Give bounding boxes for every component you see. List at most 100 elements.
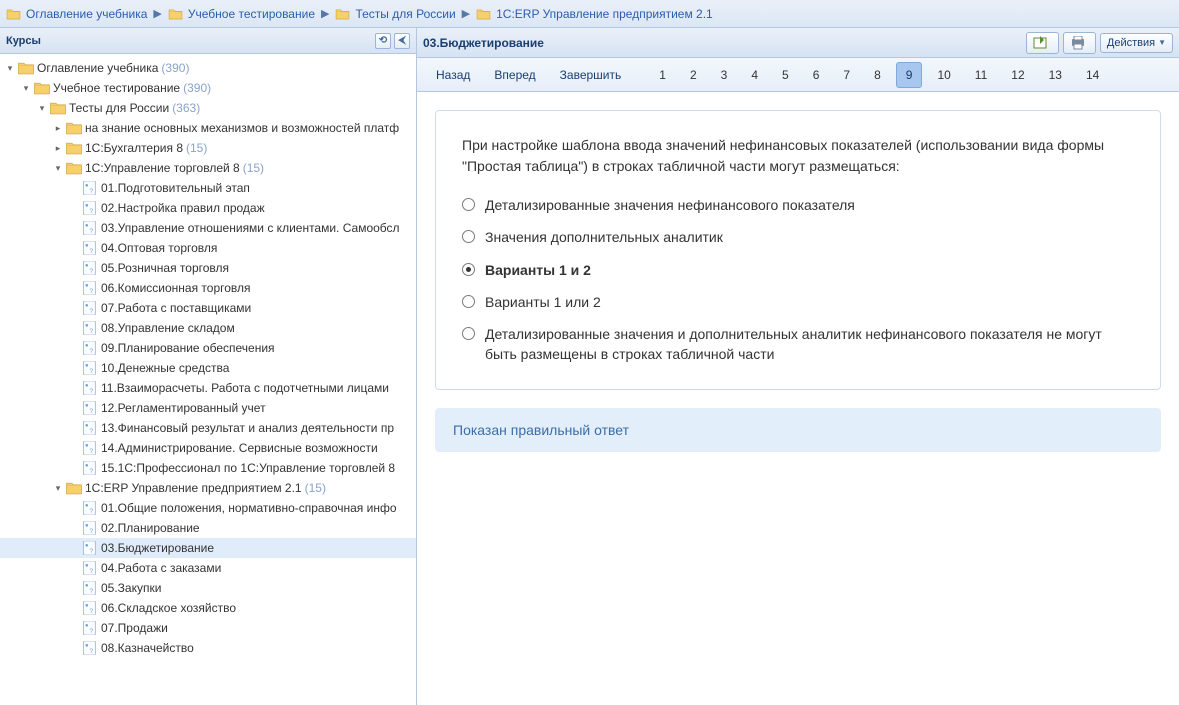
no-expand (68, 182, 80, 194)
tree-item[interactable]: 08.Управление складом (0, 318, 416, 338)
info-box: Показан правильный ответ (435, 408, 1161, 452)
no-expand (68, 462, 80, 474)
tree-item[interactable]: 01.Подготовительный этап (0, 178, 416, 198)
tree-label: 03.Бюджетирование (101, 541, 214, 555)
breadcrumb-link[interactable]: Оглавление учебника (26, 7, 147, 21)
tree-item[interactable]: 03.Бюджетирование (0, 538, 416, 558)
tree-item[interactable]: 02.Настройка правил продаж (0, 198, 416, 218)
tree-item[interactable]: 10.Денежные средства (0, 358, 416, 378)
answer-option[interactable]: Детализированные значения нефинансового … (462, 195, 1134, 215)
tree-folder[interactable]: ▾Оглавление учебника(390) (0, 58, 416, 78)
no-expand (68, 262, 80, 274)
tree-item[interactable]: 15.1С:Профессионал по 1С:Управление торг… (0, 458, 416, 478)
breadcrumb-link[interactable]: Учебное тестирование (188, 7, 315, 21)
tree-item[interactable]: 12.Регламентированный учет (0, 398, 416, 418)
tree-item[interactable]: 13.Финансовый результат и анализ деятель… (0, 418, 416, 438)
pager-forward[interactable]: Вперед (485, 63, 544, 87)
tree-item[interactable]: 04.Работа с заказами (0, 558, 416, 578)
pager-page[interactable]: 7 (834, 63, 859, 87)
breadcrumb-link[interactable]: 1С:ERP Управление предприятием 2.1 (496, 7, 713, 21)
radio-icon (462, 327, 475, 340)
tree-label: 01.Подготовительный этап (101, 181, 250, 195)
export-button[interactable] (1026, 32, 1059, 54)
tree-folder[interactable]: ▾1С:Управление торговлей 8(15) (0, 158, 416, 178)
tree-label: 07.Продажи (101, 621, 168, 635)
tree-item[interactable]: 14.Администрирование. Сервисные возможно… (0, 438, 416, 458)
pager-page[interactable]: 11 (966, 63, 996, 87)
expand-icon[interactable]: ▸ (52, 122, 64, 134)
actions-button[interactable]: Действия▼ (1100, 33, 1173, 53)
tree-folder[interactable]: ▸1С:Бухгалтерия 8(15) (0, 138, 416, 158)
tree-item[interactable]: 06.Складское хозяйство (0, 598, 416, 618)
answer-option[interactable]: Значения дополнительных аналитик (462, 227, 1134, 247)
answer-option[interactable]: Варианты 1 или 2 (462, 292, 1134, 312)
content-title: 03.Бюджетирование (423, 36, 1022, 50)
tree-label: 08.Казначейство (101, 641, 194, 655)
pager-finish[interactable]: Завершить (551, 63, 631, 87)
tree-item[interactable]: 07.Работа с поставщиками (0, 298, 416, 318)
pager-page[interactable]: 5 (773, 63, 798, 87)
pager-page[interactable]: 13 (1040, 63, 1071, 87)
tree-folder[interactable]: ▾Учебное тестирование(390) (0, 78, 416, 98)
tree-count: (15) (243, 161, 264, 175)
pager-page[interactable]: 6 (804, 63, 829, 87)
collapse-icon[interactable]: ▾ (52, 482, 64, 494)
print-button[interactable] (1063, 32, 1096, 54)
right-panel: 03.Бюджетирование Действия▼ НазадВперед З… (417, 28, 1179, 705)
answer-option[interactable]: Варианты 1 и 2 (462, 260, 1134, 280)
pager-page[interactable]: 10 (928, 63, 959, 87)
tree-item[interactable]: 01.Общие положения, нормативно-справочна… (0, 498, 416, 518)
pager-page[interactable]: 8 (865, 63, 890, 87)
expand-icon[interactable]: ▸ (52, 142, 64, 154)
document-icon (82, 441, 98, 455)
actions-label: Действия (1107, 37, 1155, 49)
document-icon (82, 341, 98, 355)
folder-icon (66, 141, 82, 155)
tree-item[interactable]: 11.Взаиморасчеты. Работа с подотчетными … (0, 378, 416, 398)
document-icon (82, 181, 98, 195)
tree-item[interactable]: 08.Казначейство (0, 638, 416, 658)
tree-item[interactable]: 06.Комиссионная торговля (0, 278, 416, 298)
document-icon (82, 301, 98, 315)
pager-page[interactable]: 12 (1002, 63, 1033, 87)
no-expand (68, 542, 80, 554)
tree-item[interactable]: 04.Оптовая торговля (0, 238, 416, 258)
no-expand (68, 402, 80, 414)
tree-item[interactable]: 07.Продажи (0, 618, 416, 638)
no-expand (68, 242, 80, 254)
pager-page[interactable]: 4 (742, 63, 767, 87)
breadcrumb-link[interactable]: Тесты для России (355, 7, 455, 21)
collapse-icon[interactable]: ▾ (52, 162, 64, 174)
tree-item[interactable]: 09.Планирование обеспечения (0, 338, 416, 358)
radio-icon (462, 263, 475, 276)
pager-page[interactable]: 1 (650, 63, 675, 87)
pager-page[interactable]: 14 (1077, 63, 1108, 87)
tree-item[interactable]: 05.Закупки (0, 578, 416, 598)
collapse-icon[interactable]: ⮜ (394, 33, 410, 49)
tree-label: 04.Оптовая торговля (101, 241, 217, 255)
chevron-right-icon: ▶ (321, 7, 329, 20)
tree-item[interactable]: 02.Планирование (0, 518, 416, 538)
pager-page[interactable]: 9 (896, 62, 923, 88)
folder-icon (6, 8, 21, 20)
no-expand (68, 622, 80, 634)
pager-back[interactable]: Назад (427, 63, 479, 87)
tree-label: 09.Планирование обеспечения (101, 341, 275, 355)
tree-label: 06.Складское хозяйство (101, 601, 236, 615)
tree-folder[interactable]: ▾Тесты для России(363) (0, 98, 416, 118)
tree-item[interactable]: 05.Розничная торговля (0, 258, 416, 278)
tree-folder[interactable]: ▸на знание основных механизмов и возможн… (0, 118, 416, 138)
answer-option[interactable]: Детализированные значения и дополнительн… (462, 324, 1134, 365)
tree-label: Тесты для России (69, 101, 169, 115)
tree-label: Оглавление учебника (37, 61, 158, 75)
collapse-icon[interactable]: ▾ (36, 102, 48, 114)
radio-icon (462, 198, 475, 211)
collapse-icon[interactable]: ▾ (20, 82, 32, 94)
refresh-icon[interactable]: ⟲ (375, 33, 391, 49)
pager-page[interactable]: 2 (681, 63, 706, 87)
pager-page[interactable]: 3 (712, 63, 737, 87)
tree-item[interactable]: 03.Управление отношениями с клиентами. С… (0, 218, 416, 238)
tree-label: 04.Работа с заказами (101, 561, 221, 575)
collapse-icon[interactable]: ▾ (4, 62, 16, 74)
tree-folder[interactable]: ▾1С:ERP Управление предприятием 2.1(15) (0, 478, 416, 498)
